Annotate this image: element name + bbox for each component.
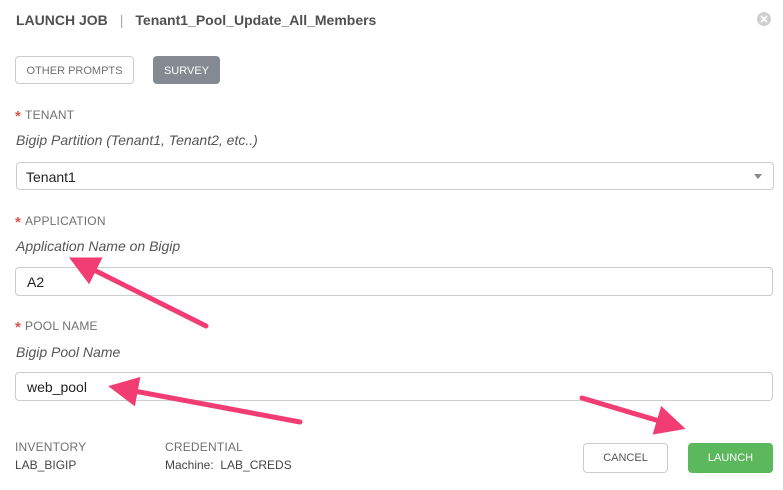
tenant-label-text: TENANT xyxy=(25,108,75,122)
modal-header: LAUNCH JOB | Tenant1_Pool_Update_All_Mem… xyxy=(16,10,376,30)
application-input-value: A2 xyxy=(27,274,45,290)
title-separator: | xyxy=(119,12,124,28)
inventory-value: LAB_BIGIP xyxy=(15,458,77,472)
inventory-label: INVENTORY xyxy=(15,440,87,454)
application-label: * APPLICATION xyxy=(15,214,106,231)
launch-button[interactable]: LAUNCH xyxy=(688,443,773,473)
caret-down-icon xyxy=(754,174,762,179)
required-asterisk: * xyxy=(15,319,22,336)
credential-label: CREDENTIAL xyxy=(165,440,244,454)
job-name: Tenant1_Pool_Update_All_Members xyxy=(135,12,377,28)
pool-name-description: Bigip Pool Name xyxy=(16,344,121,360)
required-asterisk: * xyxy=(15,214,22,231)
pool-name-label-text: POOL NAME xyxy=(25,319,98,333)
application-label-text: APPLICATION xyxy=(25,214,106,228)
tenant-selected-value: Tenant1 xyxy=(26,169,76,185)
modal-title: LAUNCH JOB xyxy=(16,12,108,28)
pool-name-input[interactable]: web_pool xyxy=(15,372,773,401)
tab-other-prompts[interactable]: OTHER PROMPTS xyxy=(15,56,134,84)
cancel-button[interactable]: CANCEL xyxy=(583,443,668,473)
application-input[interactable]: A2 xyxy=(15,267,773,296)
close-icon[interactable] xyxy=(757,12,771,26)
required-asterisk: * xyxy=(15,108,22,125)
tenant-label: * TENANT xyxy=(15,108,74,125)
application-description: Application Name on Bigip xyxy=(16,238,181,254)
tenant-description: Bigip Partition (Tenant1, Tenant2, etc..… xyxy=(16,132,258,148)
arrow-to-launch xyxy=(579,395,686,435)
pool-name-input-value: web_pool xyxy=(27,379,87,395)
pool-name-label: * POOL NAME xyxy=(15,319,98,336)
tab-survey[interactable]: SURVEY xyxy=(153,56,220,84)
credential-value: Machine: LAB_CREDS xyxy=(165,458,292,472)
tenant-select[interactable]: Tenant1 xyxy=(16,162,774,190)
